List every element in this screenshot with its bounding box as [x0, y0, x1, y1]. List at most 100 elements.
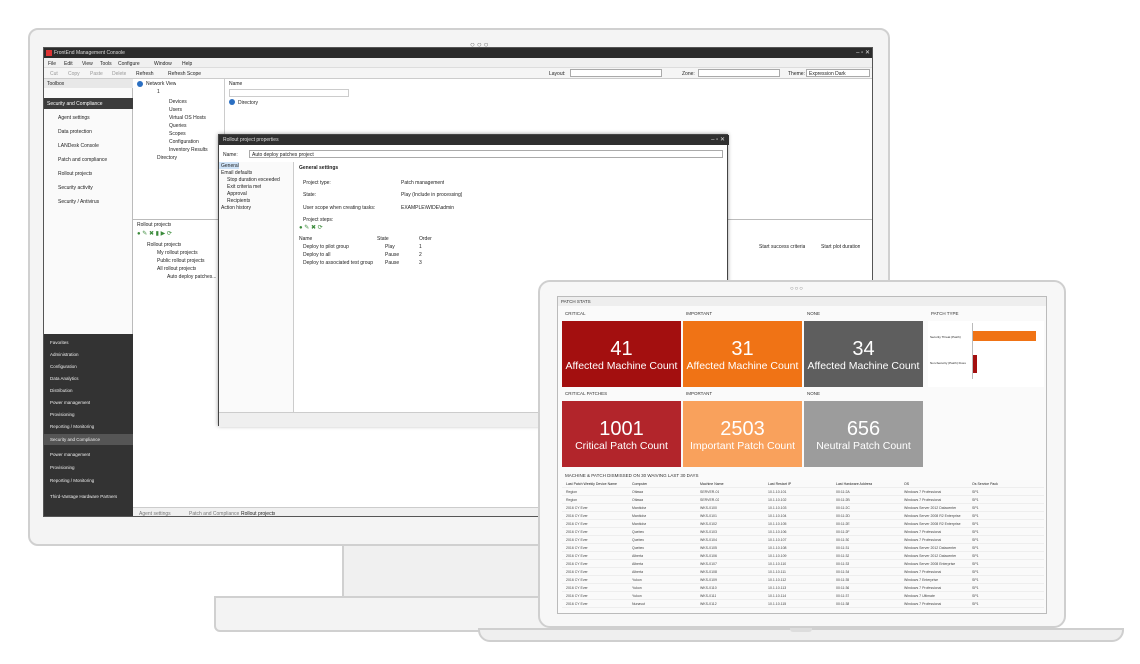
tab-agent-settings[interactable]: Agent settings — [139, 511, 171, 516]
category-hardware-partners[interactable]: Third-Vantage Hardware Partners — [50, 494, 117, 499]
dialog-nav-exit-criteria[interactable]: Exit criteria met — [227, 184, 261, 190]
tree-node-scopes[interactable]: Scopes — [169, 131, 186, 137]
window-controls[interactable]: – ▫ ✕ — [856, 49, 870, 56]
tree-node-users[interactable]: Users — [169, 107, 182, 113]
toolbox-item-rollout-projects[interactable]: Rollout projects — [58, 171, 92, 177]
table-row[interactable]: 2016 CY Ever Manitoba WKS-0101 10.1.10.104 0… — [562, 513, 1044, 520]
category-power-management[interactable]: Power management — [50, 400, 90, 405]
toolbox-item-data-protection[interactable]: Data protection — [58, 129, 92, 135]
category-data-analytics[interactable]: Data Analytics — [50, 376, 79, 381]
rollout-tree-root[interactable]: Rollout projects — [147, 242, 181, 248]
menu-file[interactable]: File — [48, 61, 56, 67]
refresh-scope-button[interactable]: Refresh Scope — [168, 71, 201, 77]
table-row[interactable]: 2016 CY Ever Nunavut WKS-0112 10.1.10.115 00… — [562, 601, 1044, 608]
table-row[interactable]: 2016 CY Ever Manitoba WKS-0102 10.1.10.105 0… — [562, 521, 1044, 528]
category-administration[interactable]: Administration — [50, 352, 79, 357]
category-reporting-2[interactable]: Reporting / Monitoring — [50, 478, 94, 483]
toolbox-item-agent-settings[interactable]: Agent settings — [58, 115, 90, 121]
dialog-nav-action-history[interactable]: Action history — [221, 205, 251, 211]
menu-window[interactable]: Window — [154, 61, 172, 67]
paste-button[interactable]: Paste — [90, 71, 103, 77]
table-row[interactable]: 2016 CY Ever Yukon WKS-0109 10.1.10.112 00:1… — [562, 577, 1044, 584]
table-row[interactable]: Region Ottawa SERVER-02 10.1.10.102 00:11:2B… — [562, 497, 1044, 504]
table-row[interactable]: 2016 CY Ever Manitoba WKS-0100 10.1.10.103 0… — [562, 505, 1044, 512]
table-cell: SP1 — [972, 570, 979, 574]
table-row[interactable]: 2016 CY Ever Quebec WKS-0103 10.1.10.106 00:… — [562, 529, 1044, 536]
project-steps-label: Project steps: — [303, 217, 334, 223]
tile-header-critical-patches: CRITICAL PATCHES — [565, 391, 608, 396]
table-row[interactable]: 2016 CY Ever Alberta WKS-0107 10.1.10.110 00… — [562, 561, 1044, 568]
tree-node-queries[interactable]: Queries — [169, 123, 187, 129]
menu-tools[interactable]: Tools — [100, 61, 112, 67]
step-3-name[interactable]: Deploy to associated test group — [303, 260, 373, 266]
category-favorites[interactable]: Favorites — [50, 340, 69, 345]
copy-button[interactable]: Copy — [68, 71, 80, 77]
table-row[interactable]: 2016 CY Ever Alberta WKS-0106 10.1.10.109 00… — [562, 553, 1044, 560]
toolbox-item-security-antivirus[interactable]: Security / Antivirus — [58, 199, 99, 205]
table-row[interactable]: 2016 CY Ever Quebec WKS-0105 10.1.10.108 00:… — [562, 545, 1044, 552]
category-reporting[interactable]: Reporting / Monitoring — [50, 424, 94, 429]
tree-node-directory[interactable]: Directory — [157, 155, 177, 161]
theme-select[interactable]: Expression Dark — [806, 69, 870, 77]
tree-node-configuration[interactable]: Configuration — [169, 139, 199, 145]
rollout-toolbar[interactable]: ● ✎ ✖ ▮ ▶ ⟳ — [137, 230, 172, 237]
rollout-tree-my[interactable]: My rollout projects — [157, 250, 198, 256]
step-2-name[interactable]: Deploy to all — [303, 252, 331, 258]
rollout-tree-all[interactable]: All rollout projects — [157, 266, 196, 272]
dialog-controls[interactable]: – ▫ ✕ — [711, 136, 725, 143]
menu-edit[interactable]: Edit — [64, 61, 73, 67]
patch-type-bar-security[interactable] — [973, 331, 1036, 341]
category-security-compliance[interactable]: Security and Compliance — [50, 437, 100, 442]
delete-button[interactable]: Delete — [112, 71, 126, 77]
layout-select[interactable] — [570, 69, 662, 77]
table-row[interactable]: 2016 CY Ever Alberta WKS-0108 10.1.10.111 00… — [562, 569, 1044, 576]
menu-configure[interactable]: Configure — [118, 61, 140, 67]
toolbox-item-patch-compliance[interactable]: Patch and compliance — [58, 157, 107, 163]
dialog-nav-stop-duration[interactable]: Stop duration exceeded — [227, 177, 280, 183]
tile-critical-patches[interactable]: 1001 Critical Patch Count — [562, 401, 681, 467]
tile-important-machines[interactable]: 31 Affected Machine Count — [683, 321, 802, 387]
toolbox-item-console[interactable]: LANDesk Console — [58, 143, 99, 149]
rollout-tree-auto-deploy[interactable]: Auto deploy patches... — [167, 274, 216, 280]
category-configuration[interactable]: Configuration — [50, 364, 77, 369]
refresh-button[interactable]: Refresh — [136, 71, 154, 77]
table-row[interactable]: 2016 CY Ever Quebec WKS-0104 10.1.10.107 00:… — [562, 537, 1044, 544]
table-row[interactable]: Region Ottawa SERVER-01 10.1.10.101 00:11:2A… — [562, 489, 1044, 496]
steps-toolbar[interactable]: ● ✎ ✖ ⟳ — [299, 224, 323, 231]
dialog-nav-recipients[interactable]: Recipients — [227, 198, 250, 204]
tile-critical-machines[interactable]: 41 Affected Machine Count — [562, 321, 681, 387]
cut-button[interactable]: Cut — [50, 71, 58, 77]
table-cell: SP1 — [972, 578, 979, 582]
category-power-management-2[interactable]: Power management — [50, 452, 90, 457]
tab-rollout-projects[interactable]: Rollout projects — [241, 511, 275, 516]
tree-node-devices[interactable]: Devices — [169, 99, 187, 105]
state-select[interactable]: Play (Include in processing) — [399, 190, 525, 198]
tree-root[interactable]: 1 — [157, 89, 160, 95]
category-distribution[interactable]: Distribution — [50, 388, 73, 393]
table-row[interactable]: 2016 CY Ever Yukon WKS-0110 10.1.10.113 00:1… — [562, 585, 1044, 592]
table-row[interactable]: 2016 CY Ever Yukon WKS-0111 10.1.10.114 00:1… — [562, 593, 1044, 600]
tile-neutral-patches[interactable]: 656 Neutral Patch Count — [804, 401, 923, 467]
tile-important-patches[interactable]: 2503 Important Patch Count — [683, 401, 802, 467]
category-provisioning-2[interactable]: Provisioning — [50, 465, 75, 470]
patch-type-bar-nonsecurity[interactable] — [973, 355, 978, 373]
toolbox-item-security-activity[interactable]: Security activity — [58, 185, 93, 191]
zone-select[interactable] — [698, 69, 780, 77]
tree-node-inventory[interactable]: Inventory Results — [169, 147, 208, 153]
details-filter-row[interactable] — [229, 89, 349, 97]
category-provisioning[interactable]: Provisioning — [50, 412, 75, 417]
toolbox-section-header[interactable]: Security and Compliance — [44, 98, 133, 109]
tab-patch-compliance[interactable]: Patch and Compliance — [189, 511, 239, 516]
menu-view[interactable]: View — [82, 61, 93, 67]
dialog-nav-approval[interactable]: Approval — [227, 191, 247, 197]
dialog-nav-email[interactable]: Email defaults — [221, 170, 252, 176]
dialog-nav-general[interactable]: General — [221, 163, 239, 169]
details-item-directory[interactable]: Directory — [238, 100, 258, 106]
menu-help[interactable]: Help — [182, 61, 192, 67]
dialog-name-input[interactable]: Auto deploy patches project — [249, 150, 723, 158]
tree-node-virtual-os[interactable]: Virtual OS Hosts — [169, 115, 206, 121]
tile-none-machines[interactable]: 34 Affected Machine Count — [804, 321, 923, 387]
user-scope-select[interactable]: EXAMPLE\WIDE\admin — [399, 203, 525, 211]
step-1-name[interactable]: Deploy to pilot group — [303, 244, 349, 250]
rollout-tree-public[interactable]: Public rollout projects — [157, 258, 205, 264]
